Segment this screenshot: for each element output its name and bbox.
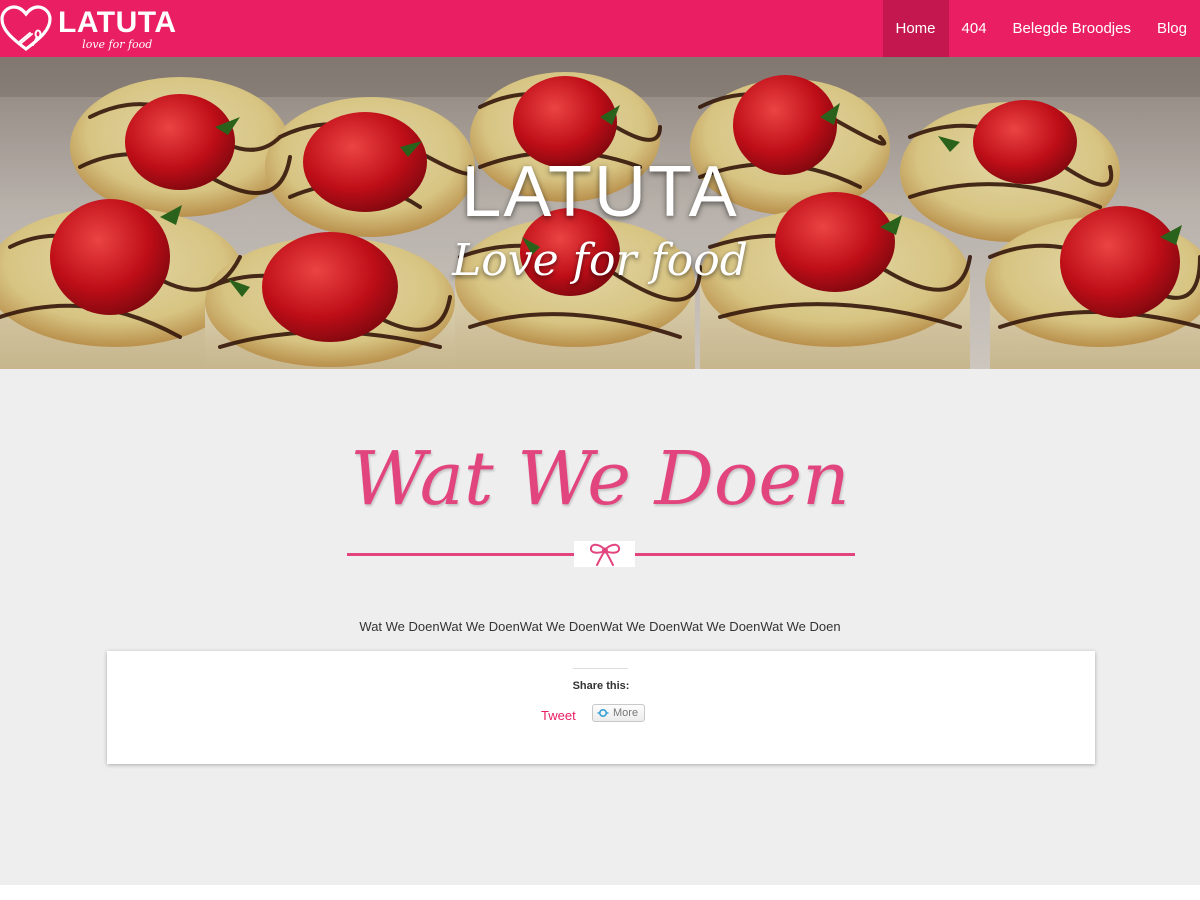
divider-line-right (635, 553, 855, 556)
section-text: Wat We DoenWat We DoenWat We DoenWat We … (359, 619, 841, 634)
bow-icon (589, 543, 620, 566)
nav-item-belegde-broodjes[interactable]: Belegde Broodjes (1000, 0, 1144, 57)
share-label: Share this: (572, 680, 630, 692)
more-share-button[interactable]: More (592, 704, 646, 722)
share-more-icon (597, 708, 609, 718)
brand-logo-link[interactable]: LATUTA love for food (0, 0, 177, 57)
nav-item-blog[interactable]: Blog (1144, 0, 1200, 57)
brand-name: LATUTA (58, 6, 177, 39)
heart-logo-icon (0, 4, 52, 51)
top-navbar: LATUTA love for food Home 404 Belegde Br… (0, 0, 1200, 57)
title-divider (347, 541, 855, 567)
main-content: Wat We Doen Wat We DoenWat We DoenWat We… (0, 369, 1200, 885)
divider-bow-box (574, 541, 635, 567)
share-rule (573, 668, 628, 669)
nav-item-home[interactable]: Home (882, 0, 949, 57)
tweet-link[interactable]: Tweet (541, 708, 576, 724)
hero-subtitle: Love for food (452, 235, 748, 286)
brand-tagline: love for food (82, 38, 153, 51)
share-box: Share this: Tweet More (107, 651, 1095, 764)
nav-item-404[interactable]: 404 (949, 0, 1000, 57)
main-nav: Home 404 Belegde Broodjes Blog (882, 0, 1200, 57)
more-button-label: More (613, 707, 639, 719)
hero-title: LATUTA (461, 152, 739, 232)
divider-line-left (347, 553, 574, 556)
page-bottom-strip (0, 885, 1200, 900)
section-title: Wat We Doen (350, 436, 850, 522)
hero-banner: LATUTA Love for food (0, 57, 1200, 369)
